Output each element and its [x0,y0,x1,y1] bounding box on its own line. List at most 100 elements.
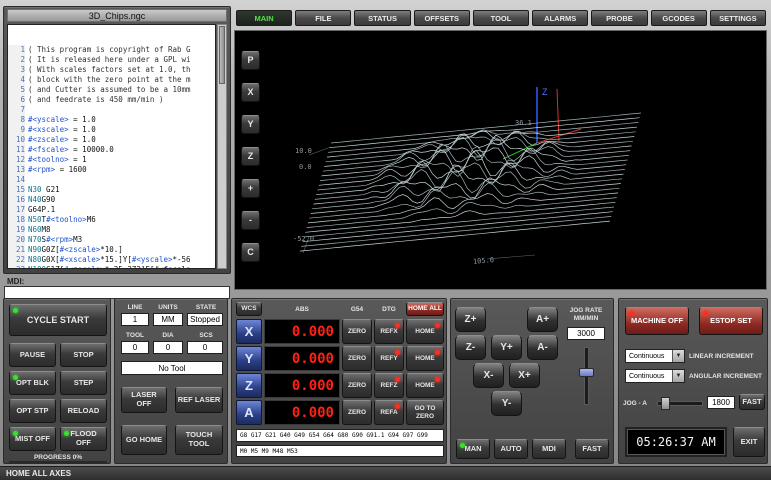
jog-rate-slider-thumb[interactable] [579,368,594,377]
status-bar: HOME ALL AXES [0,466,771,480]
optional-stop-button[interactable]: OPT STP [9,399,56,423]
jog-a-value[interactable]: 1800 [707,396,735,409]
zero-z-button[interactable]: ZERO [342,373,372,398]
jog-a-slider[interactable] [657,401,703,406]
reload-button[interactable]: RELOAD [60,399,107,423]
zero-a-button[interactable]: ZERO [342,400,372,425]
touch-tool-button[interactable]: TOUCH TOOL [175,425,223,455]
zoom-in-button[interactable]: + [241,179,260,198]
tab-main[interactable]: MAIN [236,10,292,26]
tab-alarms[interactable]: ALARMS [532,10,588,26]
cycle-panel: CYCLE START PAUSE STOP OPT BLK STEP OPT … [3,298,111,464]
cycle-start-button[interactable]: CYCLE START [9,304,107,336]
active-mcodes: M0 M5 M9 M48 M53 [236,445,444,457]
linear-increment-select[interactable]: Continuous ▼ [625,349,685,363]
zero-x-button[interactable]: ZERO [342,319,372,344]
jog-a-plus-button[interactable]: A+ [527,307,558,332]
laser-off-button[interactable]: LASER OFF [121,387,167,413]
home-x-led [435,323,440,328]
dro-x-value: 0.000 [264,319,340,344]
jog-y-minus-button[interactable]: Y- [491,391,522,416]
ref-laser-button[interactable]: REF LASER [175,387,223,413]
pause-button[interactable]: PAUSE [9,343,56,367]
state-label: STATE [187,304,225,311]
ref-z-led [395,377,400,382]
go-home-button[interactable]: GO HOME [121,425,167,455]
tab-offsets[interactable]: OFFSETS [414,10,470,26]
view-y-button[interactable]: Y [241,115,260,134]
gcode-line: 12#<toolno> = 1 [8,155,215,165]
view-x-button[interactable]: X [241,83,260,102]
tab-status[interactable]: STATUS [354,10,410,26]
tab-settings[interactable]: SETTINGS [710,10,766,26]
wcs-button[interactable]: WCS [236,302,262,316]
jog-rate-slider[interactable] [584,347,589,405]
jog-a-fast-button[interactable]: FAST [739,394,765,410]
machine-off-button[interactable]: MACHINE OFF [625,307,689,335]
jog-rate-value[interactable]: 3000 [567,327,605,340]
ref-a-button[interactable]: REFA [374,400,404,425]
gcode-line: 1( This program is copyright of Rab G [8,45,215,55]
gcode-text-area[interactable]: 1( This program is copyright of Rab G2( … [7,24,216,269]
linear-increment-value: Continuous [626,353,672,360]
flood-led [64,431,69,436]
go-to-zero-button[interactable]: GO TO ZERO [406,400,444,425]
abs-header: ABS [264,306,340,313]
home-y-button[interactable]: HOME [406,346,444,371]
state-value: Stopped [187,313,223,326]
zoom-out-button[interactable]: - [241,211,260,230]
axis-a-label: A [236,400,262,425]
stop-button[interactable]: STOP [60,343,107,367]
home-z-label: HOME [415,382,435,389]
optional-block-button[interactable]: OPT BLK [9,371,56,395]
ref-y-button[interactable]: REFY [374,346,404,371]
jog-a-minus-button[interactable]: A- [527,335,558,360]
progress-bar [9,461,107,463]
angular-increment-select[interactable]: Continuous ▼ [625,369,685,383]
exit-button[interactable]: EXIT [733,427,765,457]
home-z-led [435,377,440,382]
tab-gcodes[interactable]: GCODES [651,10,707,26]
step-button[interactable]: STEP [60,371,107,395]
ref-z-button[interactable]: REFZ [374,373,404,398]
axis-x-label: X [236,319,262,344]
jog-z-plus-button[interactable]: Z+ [455,307,486,332]
tab-tool[interactable]: TOOL [473,10,529,26]
tab-probe[interactable]: PROBE [591,10,647,26]
gcode-line: 20N70S#<rpm>M3 [8,235,215,245]
home-x-button[interactable]: HOME [406,319,444,344]
view-perspective-button[interactable]: P [241,51,260,70]
estop-button[interactable]: ESTOP SET [699,307,763,335]
estop-label: ESTOP SET [710,317,752,326]
angular-increment-value: Continuous [626,373,672,380]
tool-name-value: No Tool [121,361,223,375]
jog-x-minus-button[interactable]: X- [473,363,504,388]
tab-file[interactable]: FILE [295,10,351,26]
ref-a-led [395,404,400,409]
zero-y-button[interactable]: ZERO [342,346,372,371]
manual-mode-button[interactable]: MAN [456,439,490,459]
mist-label: MIST OFF [15,435,50,444]
mdi-mode-button[interactable]: MDI [532,439,566,459]
auto-mode-button[interactable]: AUTO [494,439,528,459]
gcode-scrollbar-thumb[interactable] [219,26,225,84]
ref-x-button[interactable]: REFX [374,319,404,344]
home-all-button[interactable]: HOME ALL [406,302,444,316]
view-z-button[interactable]: Z [241,147,260,166]
clear-view-button[interactable]: C [241,243,260,262]
gcode-line: 16N40G90 [8,195,215,205]
home-z-button[interactable]: HOME [406,373,444,398]
jog-y-plus-button[interactable]: Y+ [491,335,522,360]
jog-x-plus-button[interactable]: X+ [509,363,540,388]
dtg-header: DTG [374,306,404,313]
flood-button[interactable]: FLOOD OFF [60,427,107,451]
jog-a-slider-thumb[interactable] [661,397,670,410]
gcode-scrollbar[interactable] [217,24,227,269]
ref-z-label: REFZ [381,382,398,389]
power-panel: MACHINE OFF ESTOP SET Continuous ▼ LINEA… [618,298,768,464]
mist-button[interactable]: MIST OFF [9,427,56,451]
jog-z-minus-button[interactable]: Z- [455,335,486,360]
jog-fast-button[interactable]: FAST [575,439,609,459]
tool-label: TOOL [121,332,149,339]
toolpath-preview[interactable]: Z 36.1 10.0 0.0 -52.0 105.0 P X Y Z + - … [234,30,767,290]
